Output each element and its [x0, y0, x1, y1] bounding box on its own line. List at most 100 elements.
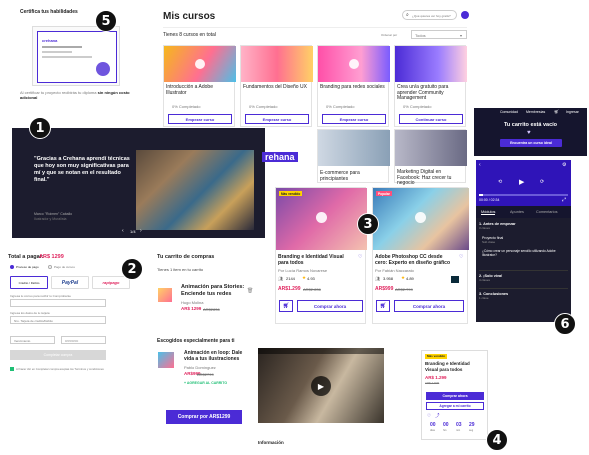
- back-icon[interactable]: ‹: [479, 162, 481, 168]
- play-icon[interactable]: [316, 212, 327, 223]
- module-item[interactable]: Proyecto final Sub clase: [482, 236, 568, 244]
- rewind-icon[interactable]: ⟲: [498, 179, 502, 185]
- detail-old-price: AR$ 2.836: [425, 381, 440, 385]
- terms-checkbox[interactable]: [10, 367, 14, 371]
- empty-cart-title: Tu carrito está vacío: [503, 122, 558, 128]
- module-item[interactable]: 1. Antes de empezar 3 clases: [479, 222, 568, 230]
- software-logo: [451, 276, 459, 283]
- course-action-button[interactable]: Empezar curso: [322, 114, 386, 124]
- step-2-radio[interactable]: [48, 265, 52, 269]
- popular-badge: Popular: [376, 191, 392, 196]
- forward-icon[interactable]: ⟳: [540, 179, 544, 185]
- method-paypal[interactable]: PayPal: [51, 276, 89, 289]
- catalog-card[interactable]: Popular Adobe Photoshop CC desde cero: E…: [372, 187, 469, 324]
- crehana-wordmark: rehana: [262, 152, 298, 162]
- search-input[interactable]: ⌕ ¿Qué quieres ver hoy gratis?: [402, 10, 457, 20]
- detail-add-cart-button[interactable]: Agregar a mi carrito: [426, 402, 484, 410]
- complete-purchase-button[interactable]: Completar compra: [10, 350, 106, 360]
- player-panel: ‹ ⚙ ⟲ ▶ ⟳ 00:00 / 02:34 ⤢ Módulos Apunte…: [476, 160, 571, 322]
- favorite-icon[interactable]: ♡: [427, 413, 431, 419]
- testimonial-quote: "Gracias a Crehana aprendí técnicas que …: [34, 156, 130, 183]
- play-button-icon[interactable]: ▶: [311, 376, 331, 396]
- pager-prev-icon[interactable]: ‹: [122, 228, 124, 234]
- info-label[interactable]: Información: [258, 440, 284, 445]
- courses-toolbar: Tienes 8 cursos en total Ordenar por Tod…: [163, 27, 467, 41]
- card-cvv-field[interactable]: CVV/CVC: [61, 336, 106, 344]
- module-name: ¿Cómo crear un personaje sencillo utiliz…: [482, 249, 556, 257]
- progress-bar-fill: [479, 194, 483, 196]
- play-icon[interactable]: ▶: [519, 178, 524, 186]
- course-card[interactable]: Fundamentos del Diseño UX 0% Completado …: [240, 45, 313, 127]
- search-placeholder: ¿Qué quieres ver hoy gratis?: [412, 13, 451, 18]
- module-item[interactable]: 3. Conclusiones 1 clase: [479, 288, 568, 300]
- sort-select[interactable]: Todos ▾: [411, 30, 467, 39]
- video-top-bar: [258, 348, 384, 354]
- find-course-button[interactable]: Encuentra un curso ideal: [500, 139, 562, 147]
- play-icon[interactable]: [349, 59, 359, 69]
- total-amount: AR$ 1299: [39, 254, 64, 260]
- cert-line: [42, 56, 92, 58]
- buy-now-button[interactable]: Comprar ahora: [394, 300, 464, 312]
- module-sub: 1 clase: [479, 296, 489, 300]
- catalog-card[interactable]: Más vendido Branding e Identidad Visual …: [275, 187, 367, 324]
- module-item[interactable]: 2. ¡Solo viva! 4 clases: [479, 270, 568, 282]
- courses-summary: Tienes 8 cursos en total: [163, 32, 216, 38]
- method-card[interactable]: Crédito / Débito: [10, 276, 48, 289]
- nav-membresias[interactable]: Membresías: [526, 110, 545, 114]
- shopping-cart-panel: Tu carrito de compras Tienes 1 item en t…: [155, 250, 255, 430]
- email-label: Ingresa tu correo para recibir tu Compro…: [10, 294, 71, 298]
- tab-comentarios[interactable]: Comentarios: [536, 210, 558, 214]
- method-paypal-label: PayPal: [61, 279, 79, 286]
- add-to-cart-icon-button[interactable]: 🛒︎: [279, 300, 293, 312]
- cart-item-old-price: AR$2836: [203, 307, 220, 312]
- tab-apuntes[interactable]: Apuntes: [510, 210, 524, 214]
- course-title: Introducción a Adobe Illustrator: [166, 84, 213, 96]
- add-to-cart-link[interactable]: + AGREGAR AL CARRITO: [184, 381, 227, 385]
- tab-modulos[interactable]: Módulos: [481, 210, 496, 215]
- rec-item-title: Animación en loop: Dale vida a tus ilust…: [184, 350, 243, 362]
- nav-ingresar[interactable]: Ingresar: [566, 110, 579, 114]
- cart-count: Tienes 1 item en tu carrito: [157, 267, 204, 272]
- method-rapipago-label: rapipago: [102, 280, 120, 285]
- favorite-icon[interactable]: ♡: [459, 254, 463, 260]
- progress-bar[interactable]: [479, 194, 568, 196]
- module-item[interactable]: ¿Cómo crear un personaje sencillo utiliz…: [482, 249, 566, 257]
- testimonial-role: Ilustrador y Muralista: [34, 217, 67, 221]
- countdown-hours: 00: [443, 422, 449, 428]
- favorite-icon[interactable]: ♡: [358, 254, 362, 260]
- video-player[interactable]: ▶: [258, 348, 384, 423]
- buy-now-button[interactable]: Comprar ahora: [297, 300, 363, 312]
- buy-button[interactable]: Comprar por AR$1299: [166, 410, 242, 424]
- course-action-button[interactable]: Empezar curso: [168, 114, 232, 124]
- module-list: 1. Antes de empezar 3 clases Proyecto fi…: [476, 218, 571, 322]
- course-action-button[interactable]: Continuar curso: [399, 114, 463, 124]
- course-card[interactable]: Introducción a Adobe Illustrator 0% Comp…: [163, 45, 236, 127]
- step-2-label: Pago de cursos: [54, 265, 75, 269]
- cert-title: Certifica tus habilidades: [20, 9, 78, 15]
- terms-text: Al hacer clic en Completar compra acepta…: [16, 367, 104, 371]
- detail-buy-button[interactable]: Comprar ahora: [426, 392, 484, 400]
- pager-next-icon[interactable]: ›: [140, 228, 142, 234]
- delete-icon[interactable]: 🗑︎: [247, 288, 253, 294]
- course-card[interactable]: E-commerce para principiantes: [317, 129, 390, 183]
- share-icon[interactable]: ⤴: [435, 413, 440, 419]
- course-card[interactable]: Crea un/a gratuito para aprender Communi…: [394, 45, 467, 127]
- course-card[interactable]: Branding para redes sociales 0% Completa…: [317, 45, 390, 127]
- step-1-radio[interactable]: [10, 265, 14, 269]
- course-action-button[interactable]: Empezar curso: [245, 114, 309, 124]
- settings-icon[interactable]: ⚙: [562, 162, 566, 168]
- nav-comunidad[interactable]: Comunidad: [500, 110, 518, 114]
- course-card[interactable]: Marketing Digital en Facebook: Haz crece…: [394, 129, 467, 186]
- add-to-cart-icon-button[interactable]: 🛒︎: [376, 300, 390, 312]
- card-expiry-field[interactable]: Vencimiento: [10, 336, 55, 344]
- card-number-field[interactable]: Nro. Tarjeta de crédito/Débito: [10, 316, 106, 324]
- user-avatar[interactable]: [461, 11, 469, 19]
- catalog-title: Adobe Photoshop CC desde cero: Experto e…: [375, 254, 451, 266]
- fullscreen-icon[interactable]: ⤢: [562, 197, 566, 203]
- play-icon[interactable]: [195, 59, 205, 69]
- player-video[interactable]: ‹ ⚙ ⟲ ▶ ⟳ 00:00 / 02:34 ⤢: [476, 160, 571, 206]
- email-field[interactable]: [10, 299, 106, 307]
- cart-icon[interactable]: 🛒︎: [554, 109, 559, 114]
- play-icon[interactable]: [415, 212, 426, 223]
- method-rapipago[interactable]: rapipago: [92, 276, 130, 289]
